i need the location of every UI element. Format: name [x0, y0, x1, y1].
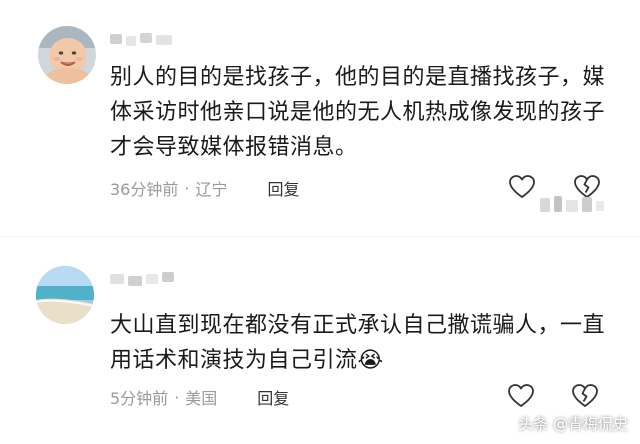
baby-avatar-icon: [38, 26, 96, 84]
watermark: 头条 @青梅侃史: [518, 415, 628, 433]
dislike-button[interactable]: [571, 382, 599, 410]
like-button[interactable]: [508, 173, 536, 201]
heart-outline-icon: [509, 175, 535, 198]
avatar[interactable]: [36, 266, 94, 324]
comment-text: 别人的目的是找孩子，他的目的是直播找孩子，媒体采访时他亲口说是他的无人机热成像发…: [110, 65, 606, 160]
divider: [0, 236, 640, 237]
comment-time: 36分钟前: [110, 180, 179, 199]
comment-location: 美国: [185, 389, 218, 408]
avatar[interactable]: [38, 26, 96, 84]
username-blurred[interactable]: [110, 272, 174, 286]
reply-button[interactable]: 回复: [267, 176, 299, 200]
comment-meta: 36分钟前 · 辽宁 回复: [110, 176, 300, 200]
crying-emoji-icon: 😭: [357, 348, 384, 373]
broken-heart-icon: [572, 384, 598, 407]
meta-separator: ·: [174, 387, 180, 407]
meta-separator: ·: [184, 178, 190, 198]
comment-location: 辽宁: [195, 180, 228, 199]
beach-avatar-icon: [36, 266, 94, 324]
like-button[interactable]: [507, 382, 535, 410]
comment-meta: 5分钟前 · 美国 回复: [110, 385, 289, 409]
comment-time: 5分钟前: [110, 389, 169, 408]
comment-text: 大山直到现在都没有正式承认自己撒谎骗人，一直用话术和演技为自己引流😭: [110, 308, 620, 378]
reply-button[interactable]: 回复: [257, 385, 289, 409]
comment-item: 别人的目的是找孩子，他的目的是直播找孩子，媒体采访时他亲口说是他的无人机热成像发…: [0, 0, 640, 232]
heart-outline-icon: [508, 384, 534, 407]
blurred-patch: [540, 196, 604, 214]
username-blurred[interactable]: [110, 32, 174, 46]
